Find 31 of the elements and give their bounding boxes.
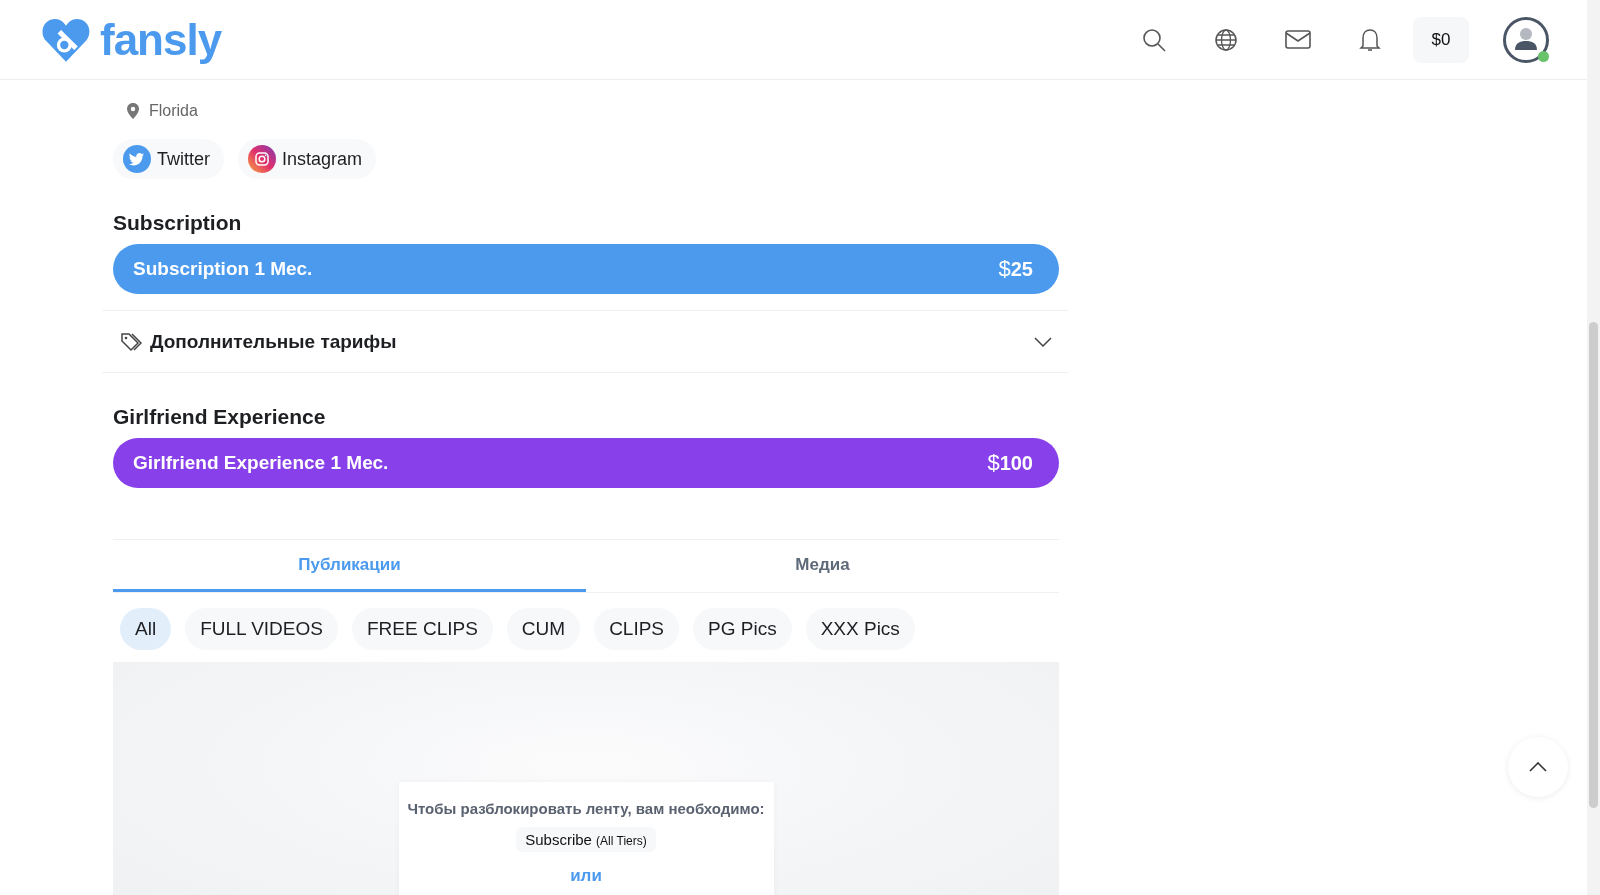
scrollbar-thumb[interactable]	[1589, 322, 1598, 808]
social-link[interactable]: Instagram	[238, 139, 377, 179]
bird-icon	[123, 145, 151, 173]
filter-chip[interactable]: XXX Pics	[805, 608, 915, 650]
chevron-down-icon	[1034, 336, 1052, 347]
or-separator-text: или	[570, 866, 602, 887]
tags-icon	[120, 330, 142, 353]
filter-chip[interactable]: FREE CLIPS	[351, 608, 493, 650]
section-heading: Subscription	[113, 211, 243, 235]
social-link[interactable]: Twitter	[113, 139, 224, 179]
balance-button[interactable]: $0	[1413, 16, 1469, 63]
additional-tariffs-toggle[interactable]: Дополнительные тарифы	[102, 310, 1068, 373]
chevron-up-icon	[1528, 761, 1548, 773]
search-icon	[1141, 26, 1167, 53]
avatar-button[interactable]	[1503, 16, 1549, 63]
subscribe-button[interactable]: Subscribe (All Tiers)	[516, 827, 656, 853]
filter-chip[interactable]: FULL VIDEOS	[185, 608, 338, 650]
subscription-plan-button[interactable]: Girlfriend Experience 1 Мес. $100	[113, 438, 1059, 488]
globe-icon	[1213, 26, 1239, 53]
bell-icon	[1357, 26, 1383, 53]
filter-chip[interactable]: PG Pics	[693, 608, 792, 650]
location-text: Florida	[149, 102, 198, 120]
camera-icon	[248, 145, 276, 173]
scrollbar[interactable]	[1587, 0, 1600, 895]
filter-chip[interactable]: CUM	[506, 608, 581, 650]
unlock-message: Чтобы разблокировать ленту, вам необходимо:	[407, 800, 765, 817]
filter-chip[interactable]: All	[120, 608, 172, 650]
section-heading: Girlfriend Experience	[113, 405, 327, 429]
location-pin-icon	[127, 103, 139, 119]
feed-tab[interactable]: Медиа	[586, 540, 1059, 592]
filter-chip[interactable]: CLIPS	[594, 608, 680, 650]
